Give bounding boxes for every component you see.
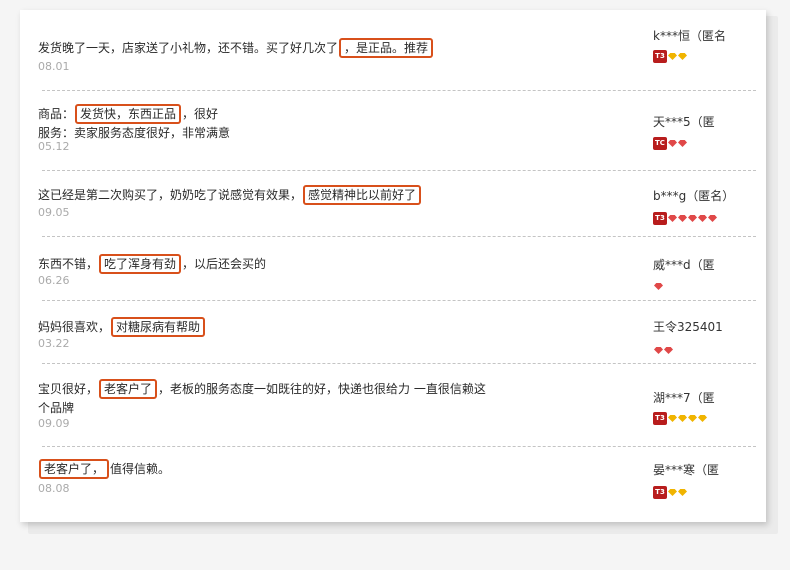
review-divider (42, 363, 756, 364)
review-text: 发货晚了一天，店家送了小礼物，还不错。买了好几次了 ，是正品。推荐 (38, 38, 508, 58)
review-date: 03.22 (38, 337, 70, 350)
review-text-plain: ，很好 (182, 107, 219, 121)
review-text-plain: 宝贝很好， (38, 382, 99, 396)
reviewer-name[interactable]: k***恒（匿名 (653, 28, 763, 44)
red-heart-icon (664, 347, 673, 354)
gold-gem-icon (668, 53, 677, 60)
level-badge-icon: T3 (653, 50, 667, 63)
level-badge-icon: TC (653, 137, 667, 150)
reviewer-level: T3 (653, 408, 707, 425)
review-divider (42, 90, 756, 91)
review-divider (42, 446, 756, 447)
review-date: 09.05 (38, 206, 70, 219)
review-text-line: 宝贝很好， 老客户了 ，老板的服务态度一如既往的好，快递也很给力 一直很信赖这 (38, 379, 508, 399)
reviewer-level (653, 276, 663, 290)
review-text-line: 发货晚了一天，店家送了小礼物，还不错。买了好几次了 ，是正品。推荐 (38, 38, 508, 58)
review-date: 08.08 (38, 482, 70, 495)
reviewer-name[interactable]: 湖***7（匿 (653, 390, 763, 406)
review-divider (42, 170, 756, 171)
review-date: 09.09 (38, 417, 70, 430)
review-text-plain: 妈妈很喜欢， (38, 320, 111, 334)
review-date: 05.12 (38, 140, 70, 153)
reviewer-name[interactable]: 王令325401 (653, 319, 763, 335)
reviewer-level: TC (653, 133, 687, 150)
review-text-plain: 商品： (38, 107, 75, 121)
reviewer-name[interactable]: 晏***寒（匿 (653, 462, 763, 478)
review-text-line: 老客户了， 值得信赖。 (38, 459, 508, 479)
review-text-line: 这已经是第二次购买了，奶奶吃了说感觉有效果， 感觉精神比以前好了 (38, 185, 508, 205)
review-divider (42, 300, 756, 301)
gold-gem-icon (678, 415, 687, 422)
red-heart-icon (668, 140, 677, 147)
red-heart-icon (698, 215, 707, 222)
review-text-line: 商品： 发货快，东西正品 ，很好 (38, 104, 508, 124)
reviewer-level: T3 (653, 482, 687, 499)
review-text-plain: ，以后还会买的 (182, 257, 267, 271)
gold-gem-icon (668, 489, 677, 496)
red-heart-icon (668, 215, 677, 222)
level-badge-icon: T3 (653, 412, 667, 425)
review-text-plain: ，老板的服务态度一如既往的好，快递也很给力 一直很信赖这 (158, 382, 486, 396)
red-heart-icon (678, 140, 687, 147)
gold-gem-icon (688, 415, 697, 422)
review-text-line: 个品牌 (38, 399, 508, 417)
red-heart-icon (688, 215, 697, 222)
highlight-box: 对糖尿病有帮助 (111, 317, 206, 337)
red-heart-icon (708, 215, 717, 222)
red-heart-icon (654, 283, 663, 290)
review-text: 妈妈很喜欢， 对糖尿病有帮助 (38, 317, 508, 337)
review-text-line: 妈妈很喜欢， 对糖尿病有帮助 (38, 317, 508, 337)
reviewer-level (653, 340, 673, 354)
red-heart-icon (678, 215, 687, 222)
review-text-plain: 这已经是第二次购买了，奶奶吃了说感觉有效果， (38, 188, 303, 202)
review-text: 这已经是第二次购买了，奶奶吃了说感觉有效果， 感觉精神比以前好了 (38, 185, 508, 205)
reviewer-name[interactable]: 天***5（匿 (653, 114, 763, 130)
highlight-box: ，是正品。推荐 (339, 38, 434, 58)
highlight-box: 感觉精神比以前好了 (303, 185, 422, 205)
review-text: 宝贝很好， 老客户了 ，老板的服务态度一如既往的好，快递也很给力 一直很信赖这个品牌 (38, 379, 508, 417)
review-text: 商品： 发货快，东西正品 ，很好服务：卖家服务态度很好，非常满意 (38, 104, 508, 142)
review-text-plain: 个品牌 (38, 401, 75, 415)
gold-gem-icon (678, 53, 687, 60)
review-text-plain: 发货晚了一天，店家送了小礼物，还不错。买了好几次了 (38, 41, 339, 55)
review-text: 老客户了， 值得信赖。 (38, 459, 508, 479)
level-badge-icon: T3 (653, 212, 667, 225)
reviewer-name[interactable]: 威***d（匿 (653, 257, 763, 273)
gold-gem-icon (698, 415, 707, 422)
highlight-box: 吃了浑身有劲 (99, 254, 182, 274)
review-text-plain: 东西不错， (38, 257, 99, 271)
reviewer-level: T3 (653, 46, 687, 63)
review-text-plain: 值得信赖。 (110, 462, 171, 476)
review-date: 08.01 (38, 60, 70, 73)
review-list-card: 发货晚了一天，店家送了小礼物，还不错。买了好几次了 ，是正品。推荐 08.01 k**… (20, 10, 766, 522)
gold-gem-icon (678, 489, 687, 496)
review-text-plain: 服务：卖家服务态度很好，非常满意 (38, 126, 231, 140)
highlight-box: 发货快，东西正品 (75, 104, 182, 124)
review-text-line: 东西不错， 吃了浑身有劲 ，以后还会买的 (38, 254, 508, 274)
reviewer-level: T3 (653, 208, 717, 225)
review-date: 06.26 (38, 274, 70, 287)
review-text-line: 服务：卖家服务态度很好，非常满意 (38, 124, 508, 142)
review-text: 东西不错， 吃了浑身有劲 ，以后还会买的 (38, 254, 508, 274)
review-divider (42, 236, 756, 237)
level-badge-icon: T3 (653, 486, 667, 499)
red-heart-icon (654, 347, 663, 354)
gold-gem-icon (668, 415, 677, 422)
reviewer-name[interactable]: b***g（匿名） (653, 188, 763, 204)
highlight-box: 老客户了 (99, 379, 158, 399)
highlight-box: 老客户了， (39, 459, 110, 479)
